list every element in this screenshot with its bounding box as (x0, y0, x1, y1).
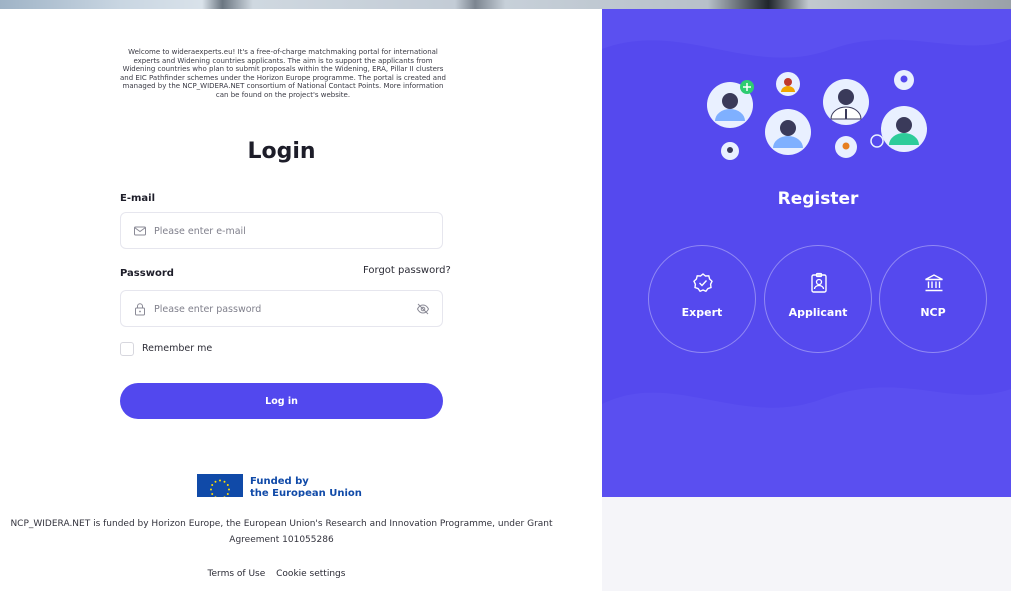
email-input[interactable] (154, 221, 404, 241)
cookie-settings-link[interactable]: Cookie settings (276, 569, 345, 579)
register-panel: Register Expert Applicant NCP (602, 9, 1011, 497)
avatar-small-2 (894, 70, 914, 90)
id-card-icon (811, 272, 827, 293)
register-expert-label: Expert (681, 306, 723, 319)
remember-me-label: Remember me (142, 343, 213, 354)
register-ncp-label: NCP (920, 306, 946, 319)
login-panel: Welcome to wideraexperts.eu! It's a free… (0, 9, 602, 505)
avatar-woman-left (707, 80, 754, 128)
footer-links: Terms of Use Cookie settings (0, 569, 553, 579)
email-label: E-mail (120, 193, 156, 204)
register-expert-button[interactable]: Expert (648, 245, 756, 353)
remember-me-checkbox[interactable] (120, 342, 134, 356)
avatar-man-suit (823, 79, 869, 125)
email-field[interactable] (120, 212, 443, 249)
register-ncp-button[interactable]: NCP (879, 245, 987, 353)
login-title: Login (247, 139, 316, 164)
register-applicant-button[interactable]: Applicant (764, 245, 872, 353)
forgot-password-link[interactable]: Forgot password? (363, 265, 451, 276)
terms-of-use-link[interactable]: Terms of Use (208, 569, 266, 579)
bank-icon (925, 274, 943, 292)
avatar-small-4 (835, 136, 857, 158)
register-title: Register (777, 189, 859, 209)
community-illustration (707, 70, 927, 160)
eu-funding-line1: Funded by (250, 476, 309, 487)
avatar-small-1 (776, 72, 800, 96)
password-field[interactable] (120, 290, 443, 327)
intro-text: Welcome to wideraexperts.eu! It's a free… (120, 48, 446, 99)
footer-right-panel (602, 497, 1011, 591)
badge-check-icon (693, 273, 713, 293)
eye-slash-icon[interactable] (416, 302, 430, 316)
avatar-woman-right (881, 106, 927, 152)
password-input[interactable] (154, 299, 404, 319)
mail-icon (134, 226, 146, 236)
lock-icon (135, 303, 145, 316)
footer: NCP_WIDERA.NET is funded by Horizon Euro… (0, 497, 1011, 591)
avatar-small-3 (721, 142, 739, 160)
password-label: Password (120, 268, 174, 279)
register-applicant-label: Applicant (788, 306, 848, 319)
avatar-woman-center (765, 109, 811, 155)
login-button[interactable]: Log in (120, 383, 443, 419)
funding-statement: NCP_WIDERA.NET is funded by Horizon Euro… (10, 519, 553, 545)
background-photo-strip (0, 0, 1011, 9)
